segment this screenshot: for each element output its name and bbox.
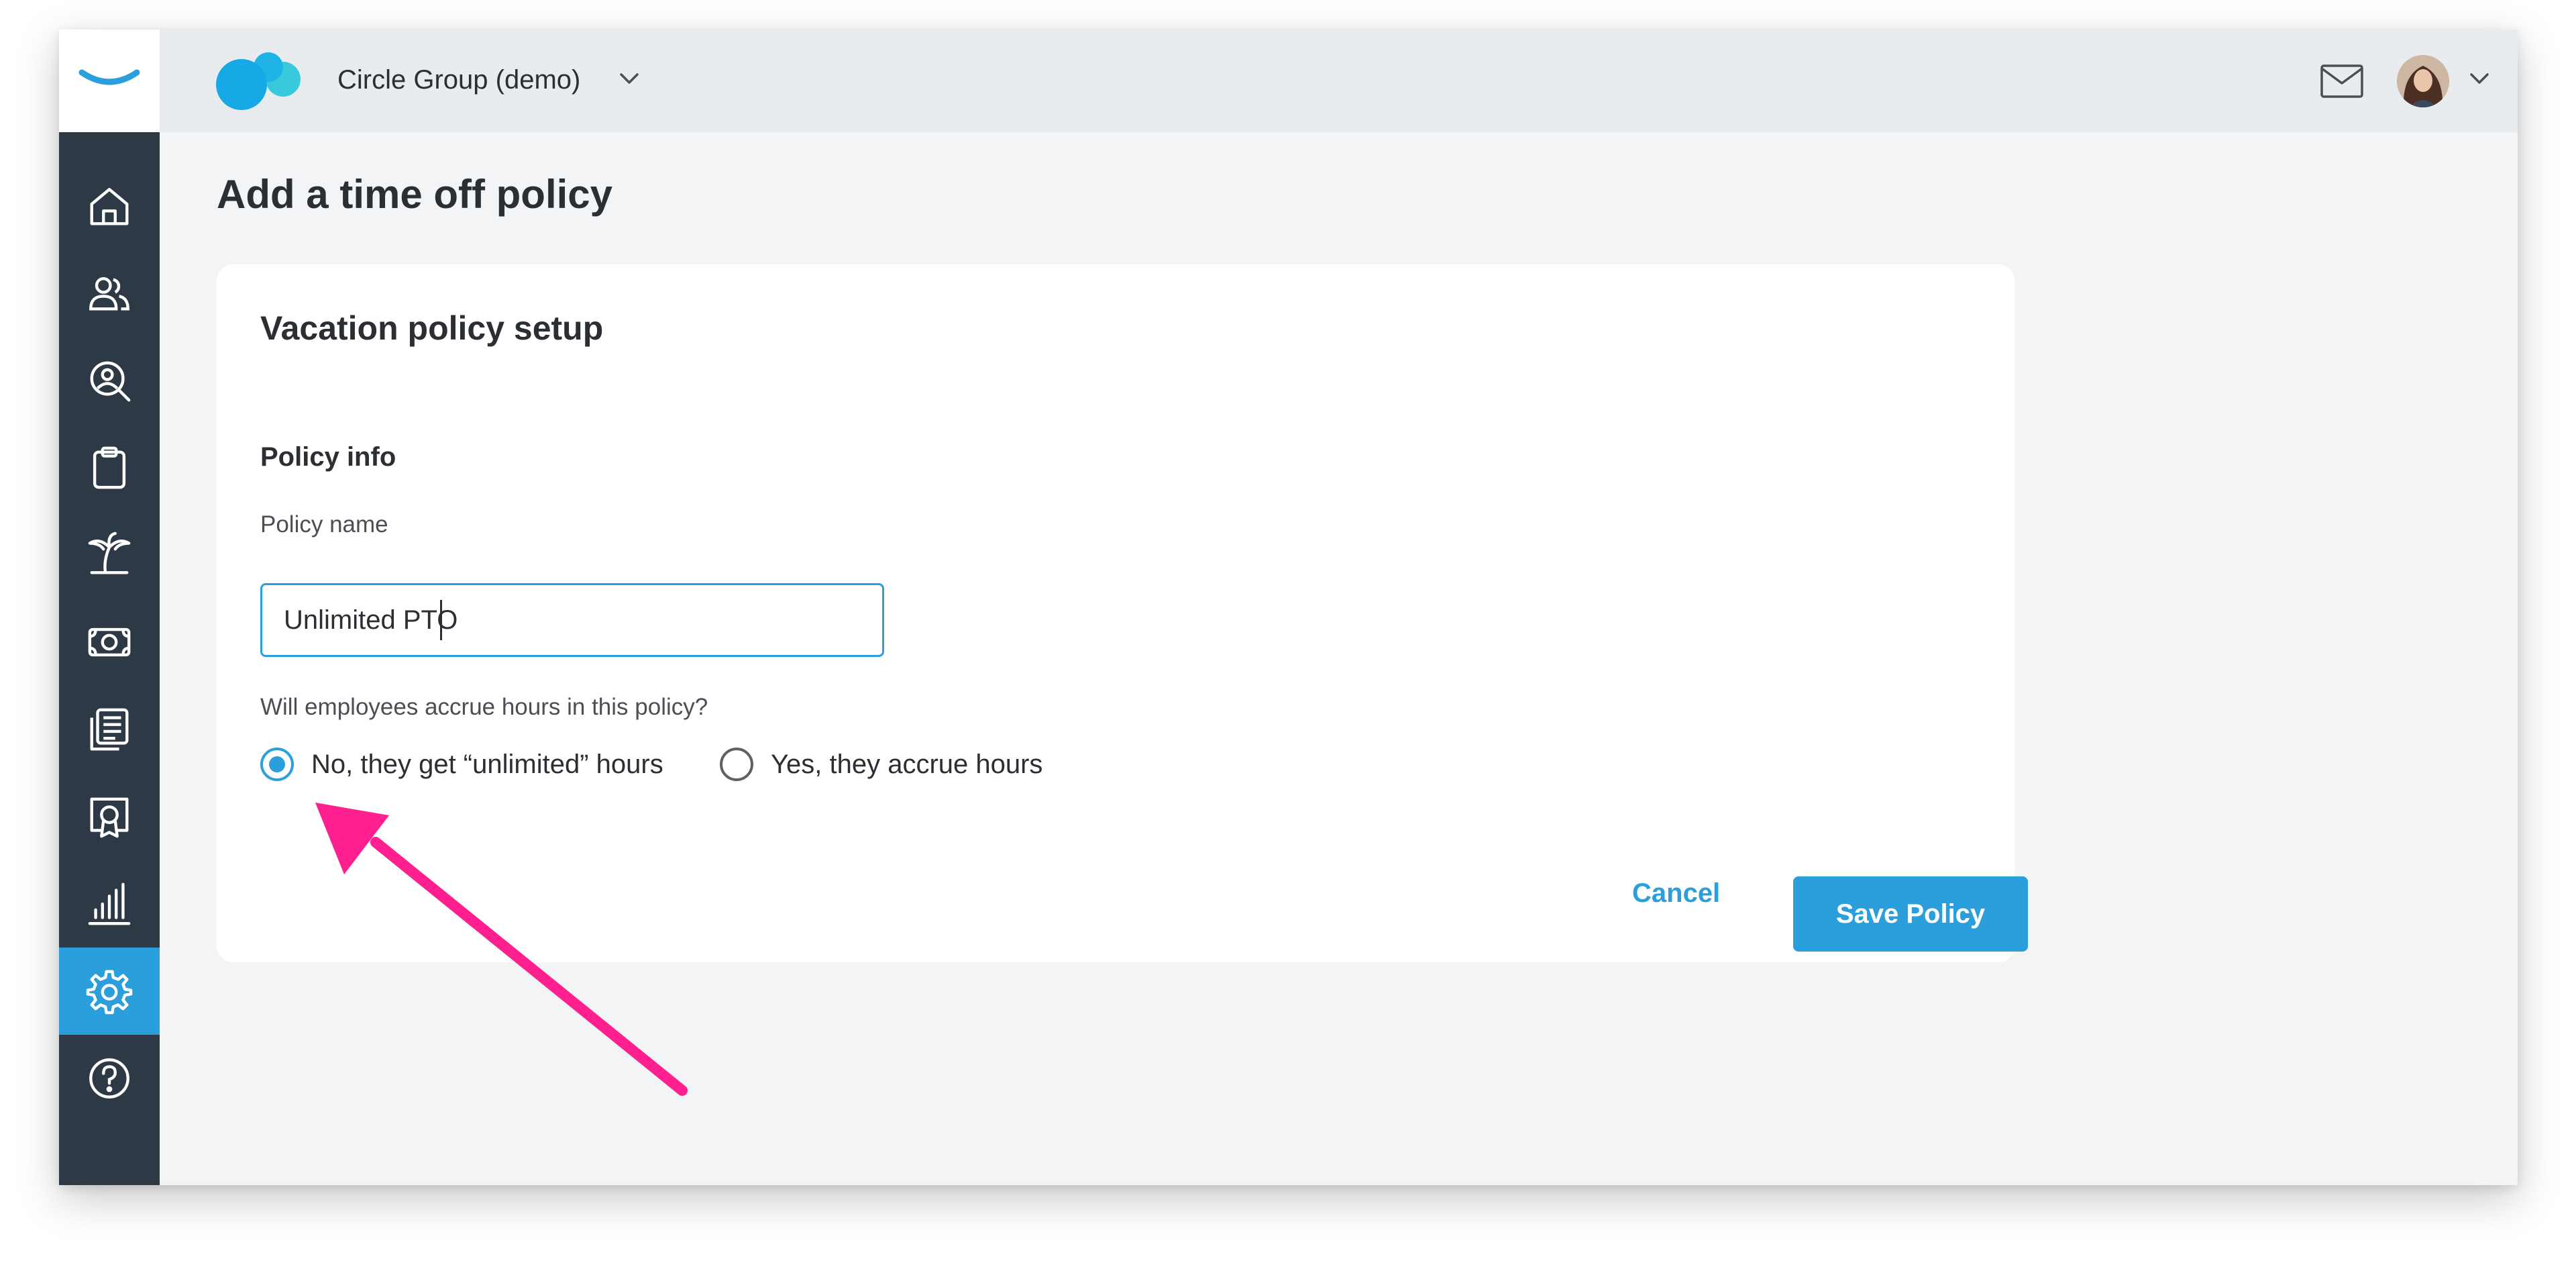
radio-unlimited-label[interactable]: No, they get “unlimited” hours: [311, 748, 663, 781]
top-header: Circle Group (demo): [160, 30, 2518, 132]
section-title: Policy info: [260, 442, 396, 472]
cancel-button[interactable]: Cancel: [1632, 876, 1720, 910]
chevron-down-icon[interactable]: [2466, 68, 2493, 89]
avatar[interactable]: [2397, 55, 2449, 107]
screenshot-stage: Circle Group (demo) Add a time off polic…: [0, 0, 2576, 1273]
radio-button-checked[interactable]: [260, 748, 294, 781]
sidebar-item-reports[interactable]: [59, 860, 160, 948]
sidebar-item-time-off[interactable]: [59, 511, 160, 599]
palm-tree-icon: [88, 531, 131, 574]
gear-icon: [86, 970, 133, 1015]
sidebar-item-tasks[interactable]: [59, 424, 160, 511]
policy-form-card: Vacation policy setup Policy info Policy…: [217, 264, 2028, 962]
policy-name-label: Policy name: [260, 511, 388, 538]
help-icon: [89, 1058, 129, 1099]
home-icon: [90, 188, 129, 225]
smile-logo-icon: [78, 69, 140, 85]
money-icon: [88, 627, 131, 657]
bar-chart-icon: [88, 882, 131, 925]
card-title: Vacation policy setup: [260, 309, 604, 347]
accrual-question: Will employees accrue hours in this poli…: [260, 694, 708, 720]
mail-icon[interactable]: [2320, 63, 2364, 99]
brand-logo[interactable]: [59, 30, 160, 132]
people-icon: [89, 276, 129, 311]
radio-accrue-label[interactable]: Yes, they accrue hours: [771, 748, 1042, 781]
sidebar-item-benefits[interactable]: [59, 773, 160, 860]
text-caret: [440, 600, 442, 640]
radio-button-unchecked[interactable]: [720, 748, 753, 781]
sidebar-item-payroll[interactable]: [59, 599, 160, 686]
clipboard-icon: [93, 446, 126, 489]
app-window: Circle Group (demo) Add a time off polic…: [59, 30, 2518, 1185]
sidebar: [59, 30, 160, 1185]
sidebar-item-people[interactable]: [59, 250, 160, 337]
org-name[interactable]: Circle Group (demo): [337, 63, 580, 97]
documents-icon: [90, 708, 129, 751]
org-logo[interactable]: [213, 51, 307, 111]
person-search-icon: [90, 361, 131, 402]
save-policy-button[interactable]: Save Policy: [1793, 876, 2028, 952]
sidebar-item-help[interactable]: [59, 1035, 160, 1122]
radio-accrue[interactable]: Yes, they accrue hours: [720, 744, 1042, 784]
chevron-down-icon[interactable]: [616, 68, 643, 89]
policy-name-input[interactable]: [260, 583, 884, 657]
avatar-photo: [2397, 55, 2449, 107]
sidebar-item-documents[interactable]: [59, 686, 160, 773]
certificate-icon: [90, 797, 129, 838]
radio-unlimited[interactable]: No, they get “unlimited” hours: [260, 744, 663, 784]
sidebar-item-recruiting[interactable]: [59, 337, 160, 424]
sidebar-item-settings[interactable]: [59, 948, 160, 1035]
sidebar-item-home[interactable]: [59, 162, 160, 250]
page-title: Add a time off policy: [217, 172, 613, 217]
